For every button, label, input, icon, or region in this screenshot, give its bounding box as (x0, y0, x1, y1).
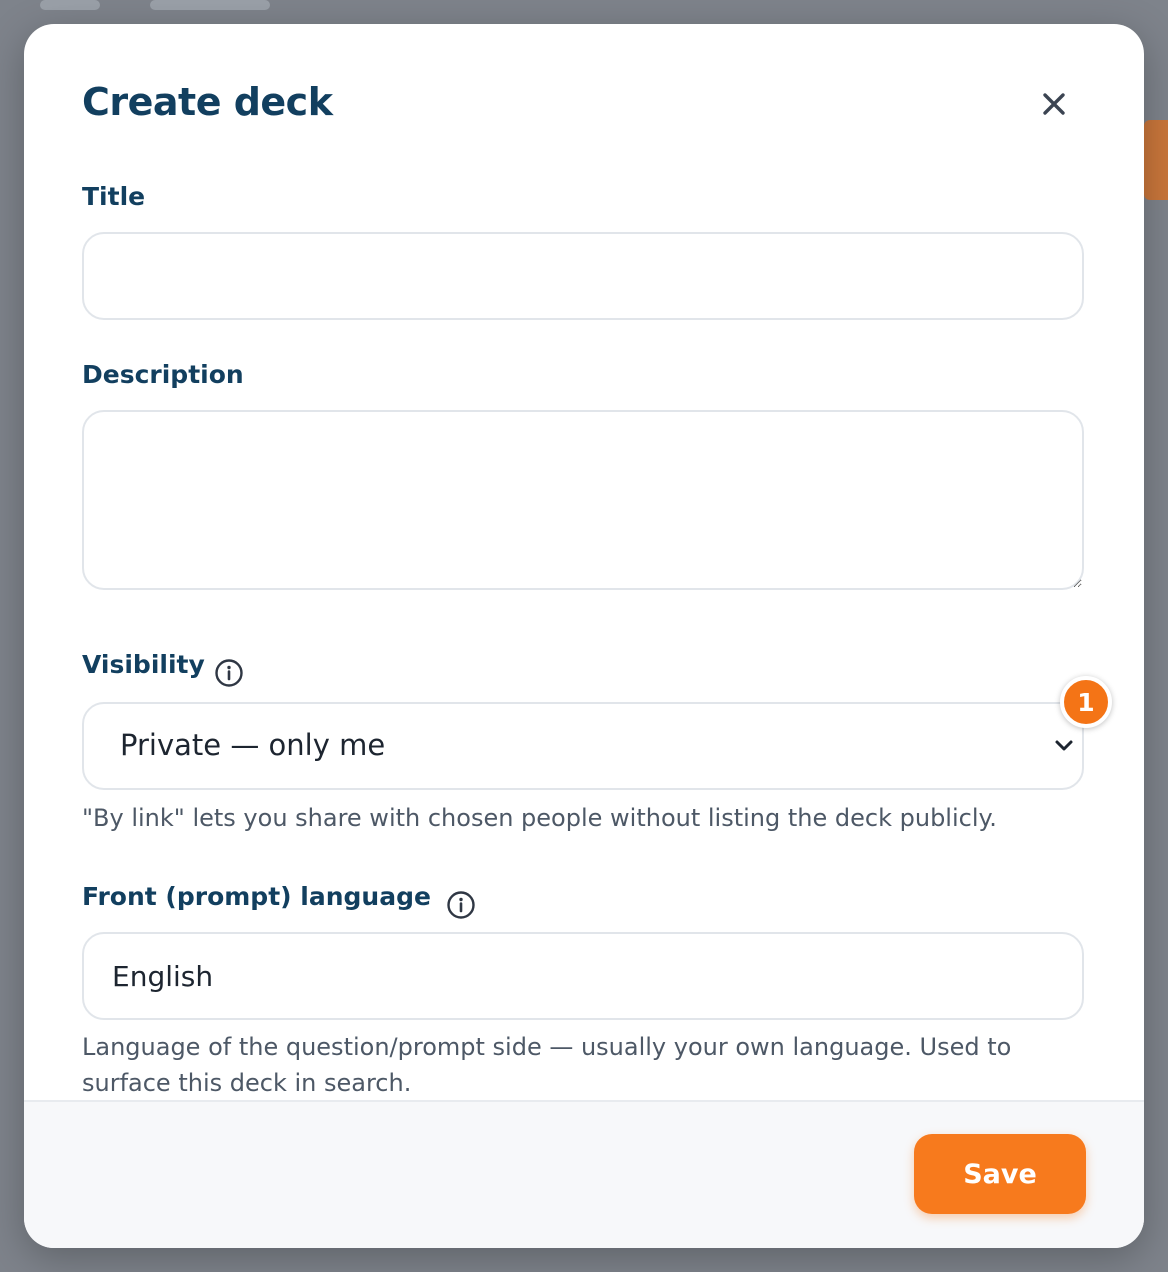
close-icon (1043, 93, 1065, 115)
front-language-info-icon[interactable] (446, 890, 476, 920)
background-shape (150, 0, 270, 10)
description-textarea[interactable] (82, 410, 1084, 590)
close-button[interactable] (1036, 86, 1072, 122)
modal-title: Create deck (82, 80, 333, 124)
front-language-help-text: Language of the question/prompt side — u… (82, 1033, 1012, 1097)
visibility-label: Visibility (82, 650, 205, 679)
title-label: Title (82, 182, 146, 211)
visibility-help-text: "By link" lets you share with chosen peo… (82, 804, 997, 832)
chevron-down-icon (1055, 740, 1073, 751)
title-input[interactable] (82, 232, 1084, 320)
front-language-label: Front (prompt) language (82, 882, 431, 911)
background-shape (40, 0, 100, 10)
front-language-input[interactable] (82, 932, 1084, 1020)
create-deck-modal: Create deck Title Description Visibility… (24, 24, 1144, 1248)
step-badge: 1 (1060, 676, 1112, 728)
description-label: Description (82, 360, 244, 389)
save-button[interactable]: Save (914, 1134, 1086, 1214)
visibility-select[interactable]: Private — only me (82, 702, 1084, 790)
visibility-info-icon[interactable] (214, 658, 244, 688)
visibility-selected-value: Private — only me (120, 728, 386, 762)
background-button (1144, 120, 1168, 200)
